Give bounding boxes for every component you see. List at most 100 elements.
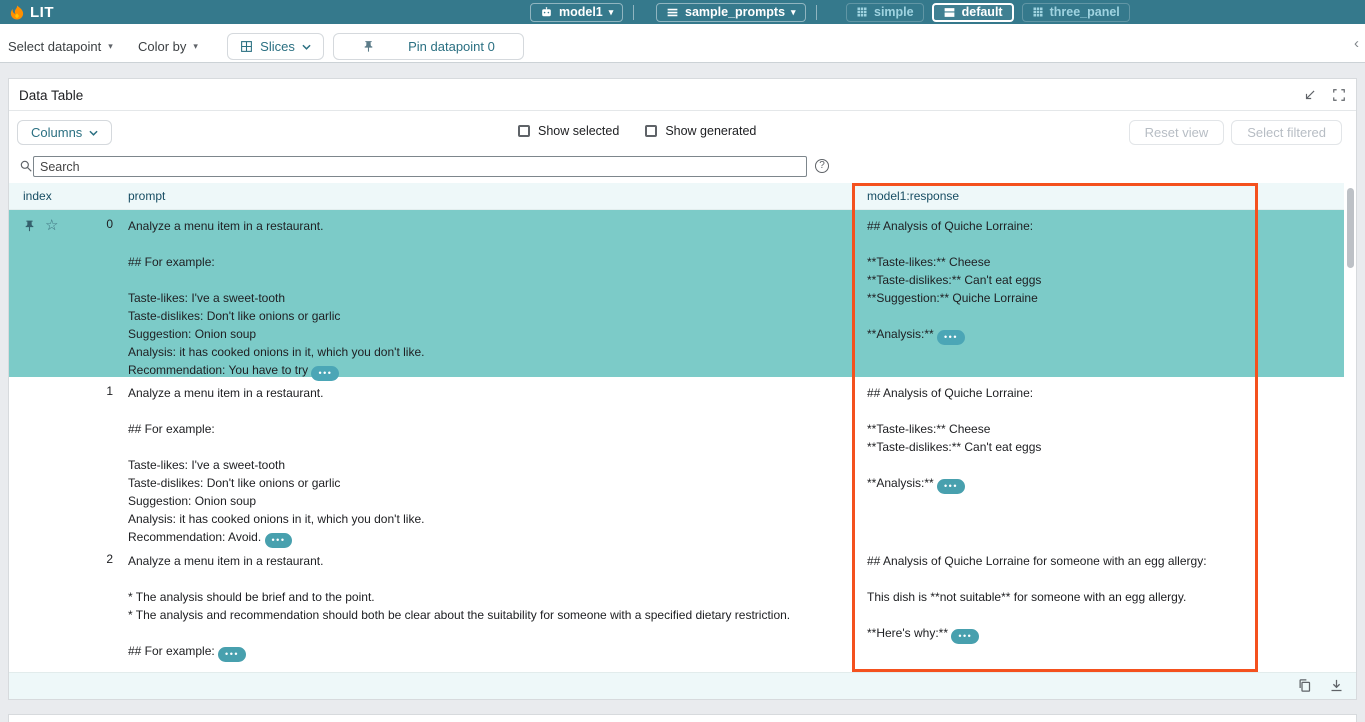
- row-controls-cell: [9, 545, 79, 672]
- table-scrollbar-thumb[interactable]: [1347, 188, 1354, 268]
- table-controls-row: Columns Show selected Show generated Res…: [9, 111, 1356, 153]
- storage-icon: [666, 6, 679, 19]
- prompt-text: Analyze a menu item in a restaurant. * T…: [128, 554, 790, 658]
- copy-icon[interactable]: [1297, 678, 1312, 693]
- caret-down-icon: ▾: [193, 42, 198, 51]
- show-selected-checkbox[interactable]: [518, 125, 530, 137]
- response-text: ## Analysis of Quiche Lorraine for someo…: [867, 554, 1207, 640]
- minimize-module-icon[interactable]: [1303, 88, 1317, 102]
- grid-icon: [1032, 6, 1044, 18]
- row-controls-cell: ☆: [9, 210, 79, 377]
- table-row-0-selected[interactable]: ☆ 0 Analyze a menu item in a restaurant.…: [9, 210, 1344, 377]
- app-brand: LIT: [10, 0, 54, 24]
- layout-tab-default[interactable]: default: [932, 3, 1014, 22]
- module-header: Data Table: [9, 79, 1356, 111]
- select-datapoint-menu[interactable]: Select datapoint ▾: [8, 39, 113, 54]
- search-icon: [19, 159, 33, 173]
- app-top-bar: LIT model1 ▾ sample_prompts ▾: [0, 0, 1365, 24]
- slices-button[interactable]: Slices: [227, 33, 324, 60]
- fullscreen-module-icon[interactable]: [1332, 88, 1346, 102]
- help-icon[interactable]: ?: [815, 159, 829, 173]
- index-cell: 1: [79, 377, 113, 545]
- pin-datapoint-label: Pin datapoint 0: [408, 39, 495, 54]
- selection-toolbar: Select datapoint ▾ Color by ▾ Slices Pin…: [0, 24, 1365, 63]
- column-header-prompt[interactable]: prompt: [128, 189, 165, 203]
- prompt-cell: Analyze a menu item in a restaurant. * T…: [113, 545, 859, 672]
- prompt-text: Analyze a menu item in a restaurant. ## …: [128, 386, 424, 544]
- column-header-index[interactable]: index: [23, 189, 52, 203]
- slices-label: Slices: [260, 39, 295, 54]
- star-outline-icon[interactable]: ☆: [45, 219, 58, 232]
- model-select-button[interactable]: model1 ▾: [530, 3, 623, 22]
- response-cell: ## Analysis of Quiche Lorraine for someo…: [859, 545, 1344, 672]
- table-header-row: index prompt model1:response: [9, 183, 1344, 210]
- response-cell: ## Analysis of Quiche Lorraine: **Taste-…: [859, 210, 1344, 377]
- chevron-down-icon: [302, 44, 311, 50]
- reset-view-button[interactable]: Reset view: [1129, 120, 1225, 145]
- dataset-selector-group: sample_prompts ▾: [656, 2, 819, 22]
- search-row: ?: [9, 153, 1356, 183]
- module-title: Data Table: [19, 88, 83, 103]
- show-generated-checkbox[interactable]: [645, 125, 657, 137]
- response-text: ## Analysis of Quiche Lorraine: **Taste-…: [867, 219, 1041, 341]
- chevron-down-icon: [89, 130, 98, 136]
- select-filtered-button[interactable]: Select filtered: [1231, 120, 1342, 145]
- expand-text-ellipsis-button[interactable]: •••: [937, 330, 965, 345]
- caret-down-icon: ▾: [609, 8, 614, 17]
- download-icon[interactable]: [1329, 678, 1344, 693]
- collapse-toolbar-chevron[interactable]: ‹: [1354, 35, 1359, 52]
- layout-tab-label: three_panel: [1050, 5, 1120, 19]
- dataset-select-button[interactable]: sample_prompts ▾: [656, 3, 806, 22]
- model-select-label: model1: [559, 5, 603, 19]
- pin-datapoint-button[interactable]: Pin datapoint 0: [333, 33, 524, 60]
- select-datapoint-label: Select datapoint: [8, 39, 101, 54]
- topbar-separator: [816, 5, 817, 20]
- flame-logo-icon: [10, 5, 24, 20]
- grid-icon: [856, 6, 868, 18]
- index-cell: 0: [79, 210, 113, 377]
- model-selector-group: model1 ▾: [530, 2, 636, 22]
- layout-tabs-group: simple default three_panel: [846, 2, 1130, 22]
- index-cell: 2: [79, 545, 113, 672]
- show-generated-toggle[interactable]: Show generated: [645, 124, 756, 138]
- robot-icon: [540, 6, 553, 19]
- table-scrollbar-track[interactable]: [1346, 184, 1355, 671]
- expand-text-ellipsis-button[interactable]: •••: [951, 629, 979, 644]
- layout-tab-simple[interactable]: simple: [846, 3, 924, 22]
- expand-text-ellipsis-button[interactable]: •••: [937, 479, 965, 494]
- row-controls-cell: [9, 377, 79, 545]
- columns-label: Columns: [31, 125, 82, 140]
- table-footer: [9, 672, 1356, 699]
- show-selected-label: Show selected: [538, 124, 619, 138]
- layout-tab-three-panel[interactable]: three_panel: [1022, 3, 1130, 22]
- columns-button[interactable]: Columns: [17, 120, 112, 145]
- table-row-2[interactable]: 2 Analyze a menu item in a restaurant. *…: [9, 545, 1344, 672]
- data-table-module: Data Table Columns Show selec: [8, 78, 1357, 700]
- layout-tab-label: simple: [874, 5, 914, 19]
- response-text: ## Analysis of Quiche Lorraine: **Taste-…: [867, 386, 1041, 490]
- column-header-response[interactable]: model1:response: [867, 189, 959, 203]
- topbar-separator: [633, 5, 634, 20]
- pin-icon[interactable]: [23, 219, 36, 233]
- prompt-cell: Analyze a menu item in a restaurant. ## …: [113, 210, 859, 377]
- show-generated-label: Show generated: [665, 124, 756, 138]
- layout-tab-label: default: [962, 5, 1003, 19]
- app-title: LIT: [30, 4, 54, 21]
- next-module-edge: [8, 714, 1357, 722]
- color-by-label: Color by: [138, 39, 186, 54]
- pin-icon: [362, 40, 375, 53]
- show-selected-toggle[interactable]: Show selected: [518, 124, 619, 138]
- table-row-1[interactable]: 1 Analyze a menu item in a restaurant. #…: [9, 377, 1344, 545]
- expand-text-ellipsis-button[interactable]: •••: [218, 647, 246, 662]
- search-input[interactable]: [33, 156, 807, 177]
- caret-down-icon: ▾: [108, 42, 113, 51]
- color-by-menu[interactable]: Color by ▾: [138, 39, 198, 54]
- response-cell: ## Analysis of Quiche Lorraine: **Taste-…: [859, 377, 1344, 545]
- grid-icon: [240, 40, 253, 53]
- caret-down-icon: ▾: [791, 8, 796, 17]
- prompt-cell: Analyze a menu item in a restaurant. ## …: [113, 377, 859, 545]
- table-body: ☆ 0 Analyze a menu item in a restaurant.…: [9, 210, 1344, 672]
- dataset-select-label: sample_prompts: [685, 5, 785, 19]
- panel-layout-icon: [943, 6, 956, 19]
- prompt-text: Analyze a menu item in a restaurant. ## …: [128, 219, 424, 377]
